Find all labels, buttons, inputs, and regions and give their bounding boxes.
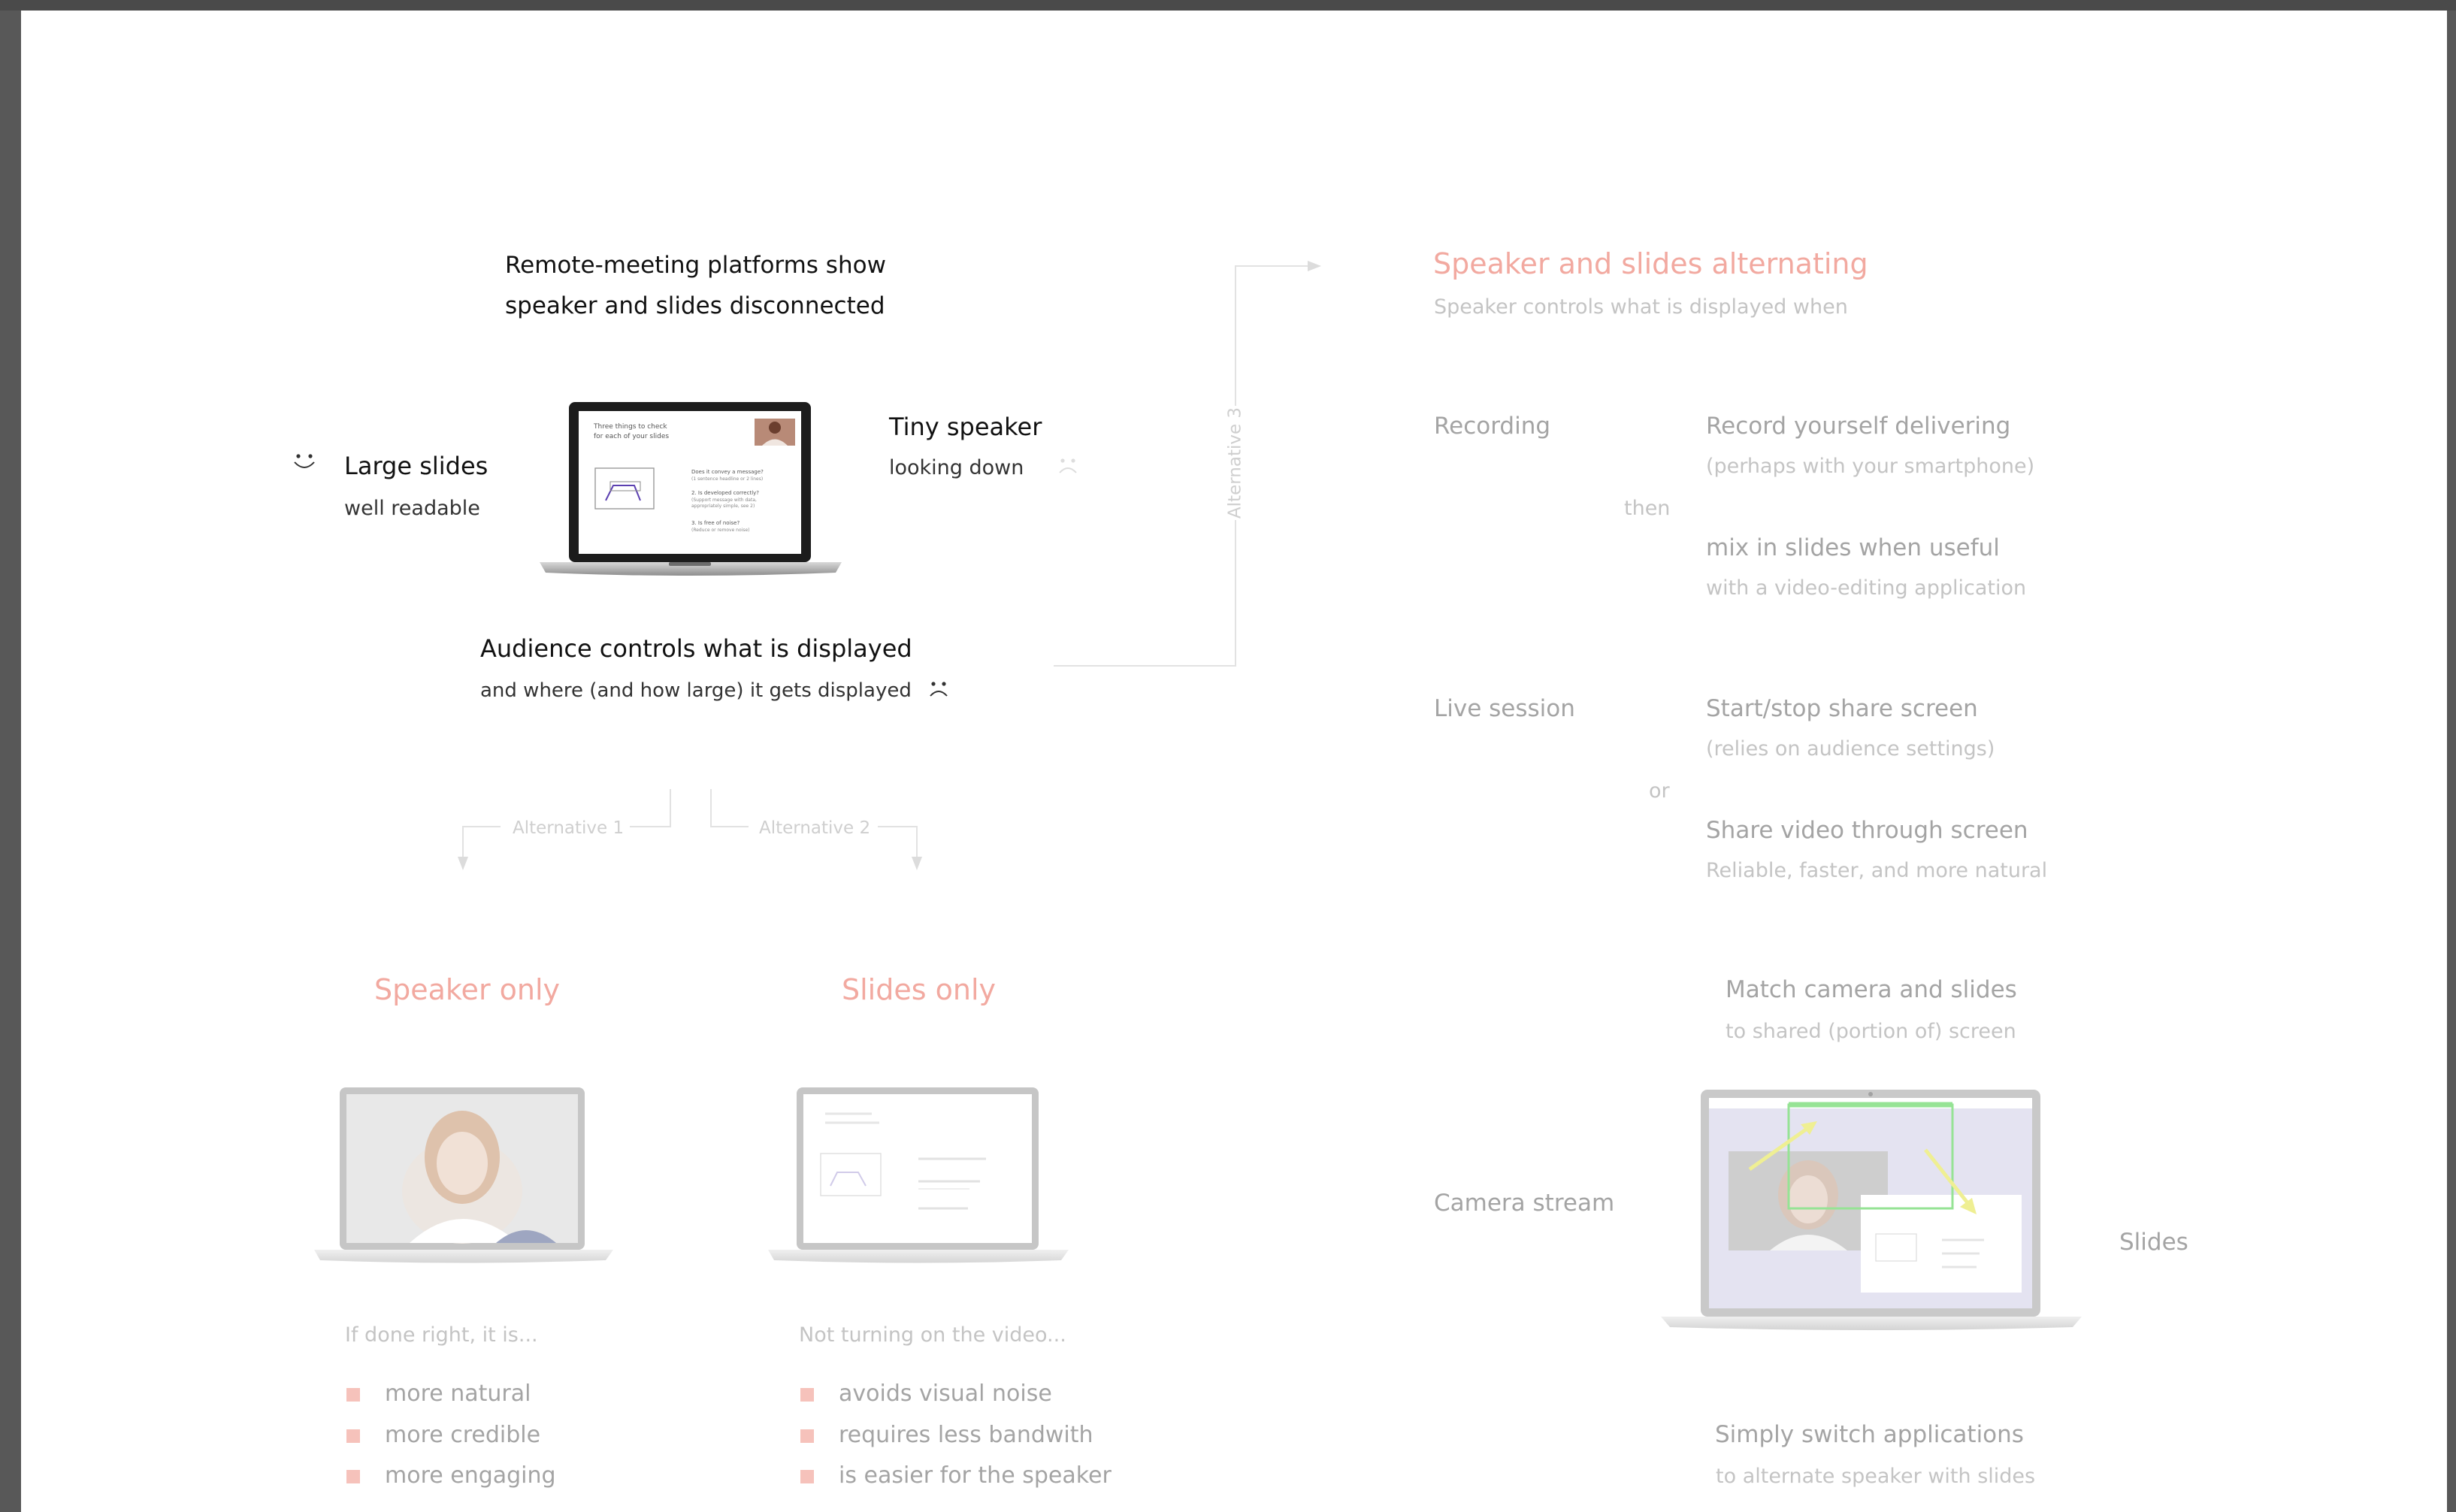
live-session-label: Live session xyxy=(1434,695,1575,722)
switch-applications-title: Simply switch applications xyxy=(1715,1421,2024,1448)
bullet-marker xyxy=(346,1470,360,1483)
live-item-1: Start/stop share screen xyxy=(1706,695,1978,722)
live-item-2: Share video through screen xyxy=(1706,817,2028,844)
audience-controls-label: Audience controls what is displayed xyxy=(480,634,912,663)
large-slides-label: Large slides xyxy=(344,452,488,480)
recording-label: Recording xyxy=(1434,413,1551,440)
mini-slide-heading-2: for each of your slides xyxy=(594,433,670,440)
mini-slide-item-2: 2. Is developed correctly? xyxy=(691,490,759,496)
speaker-only-laptop xyxy=(314,1087,613,1263)
mini-slide-item-3: 3. Is free of noise? xyxy=(691,520,740,526)
bullet-marker xyxy=(800,1429,814,1443)
slides-only-laptop xyxy=(768,1087,1069,1263)
or-label: or xyxy=(1649,779,1670,803)
well-readable-label: well readable xyxy=(344,497,480,520)
slides-only-bullet-2: requires less bandwith xyxy=(839,1422,1093,1448)
alternative-3-label: Alternative 3 xyxy=(1225,407,1245,519)
match-camera-laptop xyxy=(1661,1090,2082,1330)
alternative-1-label: Alternative 1 xyxy=(513,818,625,838)
bullet-marker xyxy=(800,1470,814,1483)
recording-item-1: Record yourself delivering xyxy=(1706,413,2011,440)
bullet-marker xyxy=(800,1388,814,1402)
title-line-2: speaker and slides disconnected xyxy=(505,292,885,319)
recording-item-2-sub: with a video-editing application xyxy=(1706,576,2027,600)
mini-slide-item-1-sub: (1 sentence headline or 2 lines) xyxy=(691,476,764,482)
frown-icon xyxy=(1059,458,1077,473)
slides-only-intro: Not turning on the video... xyxy=(799,1323,1066,1347)
speaker-only-intro: If done right, it is... xyxy=(345,1323,538,1347)
tiny-speaker-label: Tiny speaker xyxy=(889,413,1042,441)
live-item-1-sub: (relies on audience settings) xyxy=(1706,737,1995,761)
alternative-2-label: Alternative 2 xyxy=(759,818,871,838)
speaker-only-bullet-2: more credible xyxy=(385,1422,541,1448)
audience-controls-sub: and where (and how large) it gets displa… xyxy=(480,679,912,702)
slides-label: Slides xyxy=(2119,1229,2188,1256)
speaker-only-bullet-1: more natural xyxy=(385,1380,531,1407)
switch-applications-sub: to alternate speaker with slides xyxy=(1716,1465,2036,1488)
smile-icon xyxy=(294,454,315,468)
alternating-subtitle: Speaker controls what is displayed when xyxy=(1434,295,1848,319)
slides-only-bullet-1: avoids visual noise xyxy=(839,1380,1052,1407)
speaker-only-title: Speaker only xyxy=(374,973,561,1006)
bullet-marker xyxy=(346,1388,360,1402)
slides-only-bullet-3: is easier for the speaker xyxy=(839,1462,1112,1489)
mini-slide-heading-1: Three things to check xyxy=(594,423,667,431)
alternating-title: Speaker and slides alternating xyxy=(1433,247,1868,280)
recording-item-1-sub: (perhaps with your smartphone) xyxy=(1706,455,2035,478)
match-camera-sub: to shared (portion of) screen xyxy=(1726,1020,2016,1043)
main-laptop xyxy=(540,402,842,576)
mini-slide-item-3-sub: (Reduce or remove noise) xyxy=(691,528,750,533)
speaker-only-bullet-3: more engaging xyxy=(385,1462,556,1489)
diagram-graphics xyxy=(294,261,2082,1330)
looking-down-label: looking down xyxy=(889,456,1024,479)
title-line-1: Remote-meeting platforms show xyxy=(505,252,886,279)
mini-slide-item-1: Does it convey a message? xyxy=(691,469,764,475)
match-camera-title: Match camera and slides xyxy=(1726,976,2017,1003)
recording-item-2: mix in slides when useful xyxy=(1706,534,2000,561)
then-label: then xyxy=(1624,497,1671,520)
camera-stream-label: Camera stream xyxy=(1434,1190,1615,1217)
slides-only-title: Slides only xyxy=(842,973,996,1006)
live-item-2-sub: Reliable, faster, and more natural xyxy=(1706,859,2048,882)
frown-icon xyxy=(930,682,948,697)
bullet-marker xyxy=(346,1429,360,1443)
mini-slide-item-2-sub: (Support message with data, appropriatel… xyxy=(691,497,757,509)
